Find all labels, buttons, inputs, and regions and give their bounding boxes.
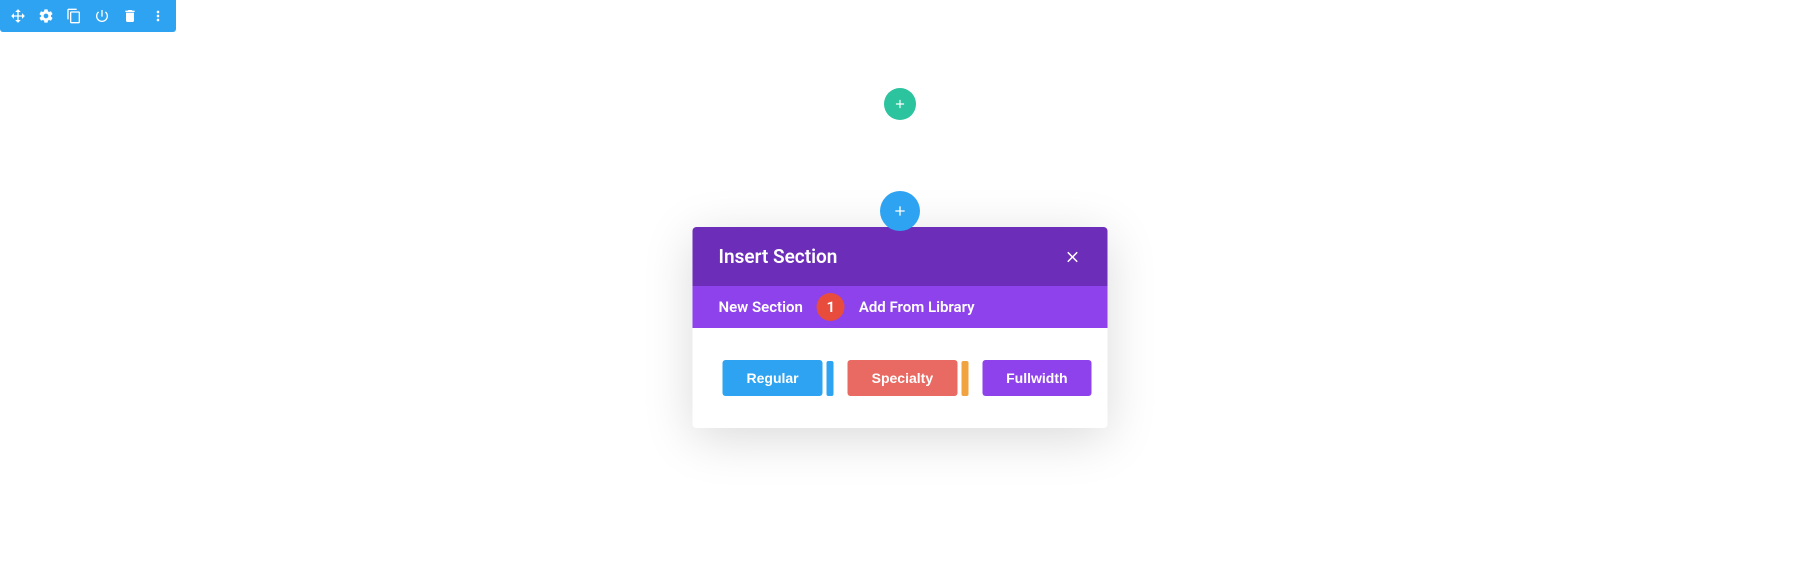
delete-icon[interactable] [122, 8, 138, 24]
regular-button[interactable]: Regular [723, 360, 823, 396]
tab-new-section[interactable]: New Section [719, 286, 803, 328]
modal-header: Insert Section [693, 227, 1108, 286]
power-icon[interactable] [94, 8, 110, 24]
gear-icon[interactable] [38, 8, 54, 24]
close-button[interactable] [1064, 248, 1082, 266]
tab-add-from-library[interactable]: Add From Library [859, 286, 975, 328]
close-icon [1064, 248, 1082, 266]
add-section-button[interactable] [880, 191, 920, 231]
add-row-button[interactable] [884, 88, 916, 120]
modal-body: Regular Specialty Fullwidth [693, 328, 1108, 428]
insert-section-modal: Insert Section New Section 1 Add From Li… [693, 227, 1108, 428]
regular-group: Regular [723, 360, 834, 396]
fullwidth-group: Fullwidth [982, 360, 1091, 396]
duplicate-icon[interactable] [66, 8, 82, 24]
move-icon[interactable] [10, 8, 26, 24]
specialty-group: Specialty [848, 360, 968, 396]
specialty-button[interactable]: Specialty [848, 360, 957, 396]
plus-icon [892, 203, 908, 219]
modal-title: Insert Section [719, 245, 838, 268]
specialty-stripe[interactable] [961, 361, 968, 396]
regular-stripe[interactable] [827, 361, 834, 396]
instruction-badge: 1 [817, 293, 845, 321]
more-icon[interactable] [150, 8, 166, 24]
plus-icon [893, 97, 907, 111]
section-toolbar [0, 0, 176, 32]
fullwidth-button[interactable]: Fullwidth [982, 360, 1091, 396]
modal-tabs: New Section 1 Add From Library [693, 286, 1108, 328]
